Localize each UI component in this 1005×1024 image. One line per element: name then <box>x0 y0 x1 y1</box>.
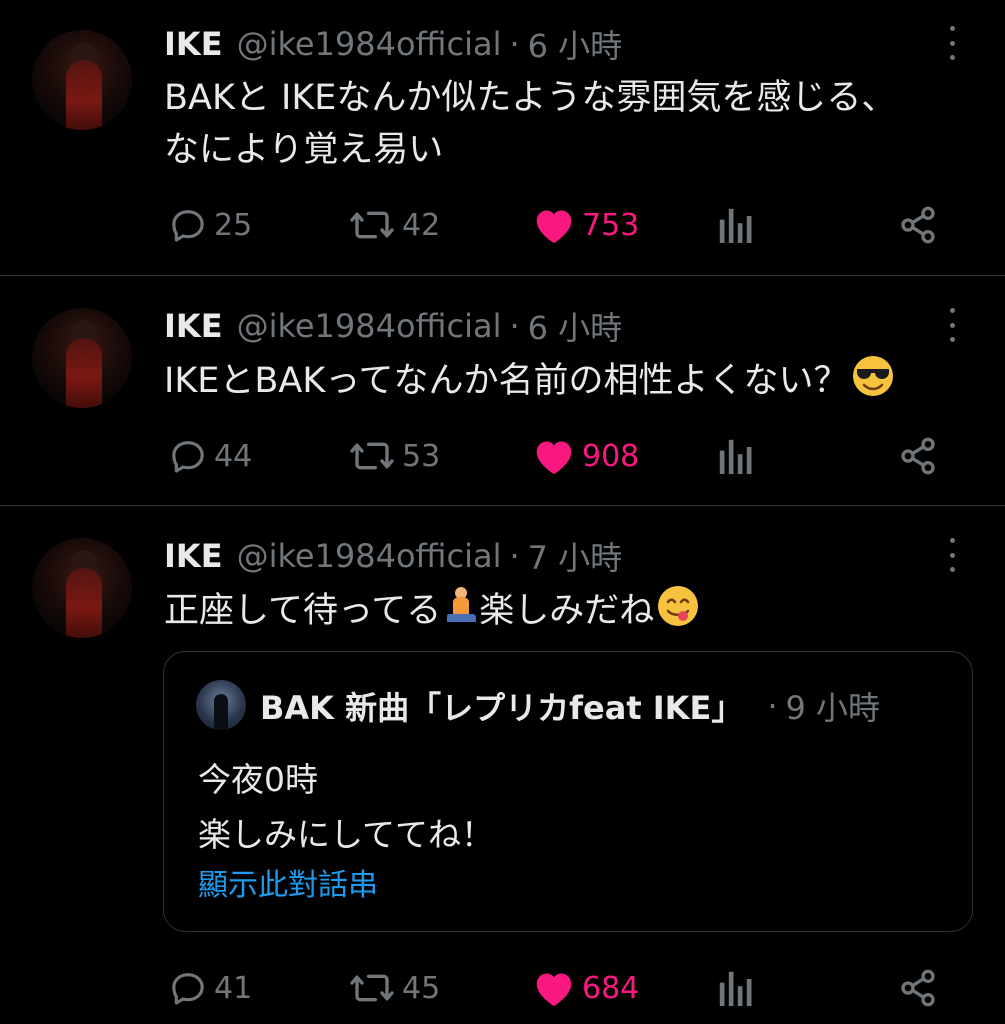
share-icon <box>901 969 935 1007</box>
separator-dot: · <box>509 25 520 63</box>
tweet-text-body: IKEとBAKってなんか名前の相性よくない？ <box>164 361 849 401</box>
separator-dot: · <box>767 687 778 725</box>
retweet-button[interactable]: 42 <box>348 205 440 245</box>
tweet-text-part: 正座して待ってる <box>164 591 442 631</box>
reply-count: 41 <box>214 970 253 1006</box>
speech-bubble-icon <box>172 210 204 242</box>
heart-icon <box>536 973 572 1007</box>
tweet-text: IKEとBAKってなんか名前の相性よくない？ <box>164 354 954 413</box>
share-icon <box>901 437 935 475</box>
separator-dot: · <box>509 537 520 575</box>
bar-chart-icon <box>719 439 752 474</box>
tweet-header: IKE @ike1984official · 6 小時 <box>164 303 623 349</box>
tweet-header: IKE @ike1984official · 7 小時 <box>164 533 623 579</box>
bar-chart-icon <box>719 208 752 243</box>
avatar[interactable] <box>32 538 132 638</box>
quoted-avatar <box>196 680 246 730</box>
speech-bubble-icon <box>172 973 204 1005</box>
reply-button[interactable]: 41 <box>168 968 252 1008</box>
share-icon <box>901 206 935 244</box>
timestamp[interactable]: 6 小時 <box>528 21 623 67</box>
share-button[interactable] <box>898 968 944 1008</box>
quoted-text-line: 楽しみにしててね！ <box>198 815 495 854</box>
more-options-icon[interactable] <box>944 538 960 572</box>
tweet-3[interactable]: IKE @ike1984official · 7 小時 正座して待ってる 楽しみだ… <box>0 506 1005 1024</box>
avatar[interactable] <box>32 30 132 130</box>
smiling-face-with-sunglasses-emoji <box>851 354 895 413</box>
reply-button[interactable]: 44 <box>168 436 252 476</box>
author-name[interactable]: IKE <box>164 25 223 63</box>
action-bar: 44 53 908 <box>0 436 1005 476</box>
tweet-text-part: 楽しみだね <box>479 591 655 631</box>
tweet-1[interactable]: IKE @ike1984official · 6 小時 BAKと IKEなんか似… <box>0 0 1005 275</box>
share-button[interactable] <box>898 205 944 245</box>
timestamp[interactable]: 6 小時 <box>528 303 623 349</box>
like-button[interactable]: 753 <box>532 205 639 245</box>
tweet-text-line: BAKと IKEなんか似たような雰囲気を感じる、 <box>164 78 897 118</box>
tweet-text: BAKと IKEなんか似たような雰囲気を感じる、 なにより覚え易い <box>164 72 954 176</box>
like-button[interactable]: 908 <box>532 436 639 476</box>
like-button[interactable]: 684 <box>532 968 639 1008</box>
avatar[interactable] <box>32 308 132 408</box>
views-button[interactable] <box>718 968 760 1008</box>
retweet-icon <box>350 974 394 1002</box>
face-savoring-food-emoji <box>656 584 700 643</box>
quoted-tweet[interactable]: BAK 新曲「レプリカfeat IKE」 · 9 小時 今夜0時 楽しみにしてて… <box>163 651 973 932</box>
reply-count: 44 <box>214 438 253 474</box>
author-handle[interactable]: @ike1984official <box>237 307 502 345</box>
retweet-button[interactable]: 45 <box>348 968 440 1008</box>
like-count: 908 <box>582 438 640 474</box>
retweet-button[interactable]: 53 <box>348 436 440 476</box>
tweet-text-line: なにより覚え易い <box>164 130 444 170</box>
more-options-icon[interactable] <box>944 26 960 60</box>
more-options-icon[interactable] <box>944 308 960 342</box>
quoted-header: BAK 新曲「レプリカfeat IKE」 · 9 小時 <box>260 686 881 727</box>
quoted-text-line: 今夜0時 <box>198 760 318 799</box>
tweet-2[interactable]: IKE @ike1984official · 6 小時 IKEとBAKってなんか… <box>0 276 1005 505</box>
show-thread-link[interactable]: 顯示此對話串 <box>198 860 378 904</box>
tweet-text: 正座して待ってる 楽しみだね <box>164 584 954 643</box>
tweet-header: IKE @ike1984official · 6 小時 <box>164 21 623 67</box>
author-name[interactable]: IKE <box>164 537 223 575</box>
reply-count: 25 <box>214 207 253 243</box>
heart-icon <box>536 210 572 244</box>
quoted-text: 今夜0時 楽しみにしててね！ <box>198 752 494 862</box>
like-count: 753 <box>582 207 640 243</box>
views-button[interactable] <box>718 205 760 245</box>
retweet-icon <box>350 442 394 470</box>
quoted-author-name: BAK 新曲「レプリカfeat IKE」 <box>260 689 744 727</box>
like-count: 684 <box>582 970 640 1006</box>
retweet-count: 53 <box>402 438 441 474</box>
author-handle[interactable]: @ike1984official <box>237 537 502 575</box>
action-bar: 41 45 684 <box>0 968 1005 1008</box>
author-handle[interactable]: @ike1984official <box>237 25 502 63</box>
views-button[interactable] <box>718 436 760 476</box>
reply-button[interactable]: 25 <box>168 205 252 245</box>
retweet-icon <box>350 211 394 239</box>
share-button[interactable] <box>898 436 944 476</box>
action-bar: 25 42 753 <box>0 205 1005 245</box>
timestamp[interactable]: 7 小時 <box>528 533 623 579</box>
retweet-count: 45 <box>402 970 441 1006</box>
speech-bubble-icon <box>172 441 204 473</box>
author-name[interactable]: IKE <box>164 307 223 345</box>
quoted-timestamp: 9 小時 <box>785 689 881 727</box>
heart-icon <box>536 441 572 475</box>
retweet-count: 42 <box>402 207 441 243</box>
bar-chart-icon <box>719 971 752 1006</box>
person-kneeling-emoji <box>443 584 479 643</box>
separator-dot: · <box>509 307 520 345</box>
